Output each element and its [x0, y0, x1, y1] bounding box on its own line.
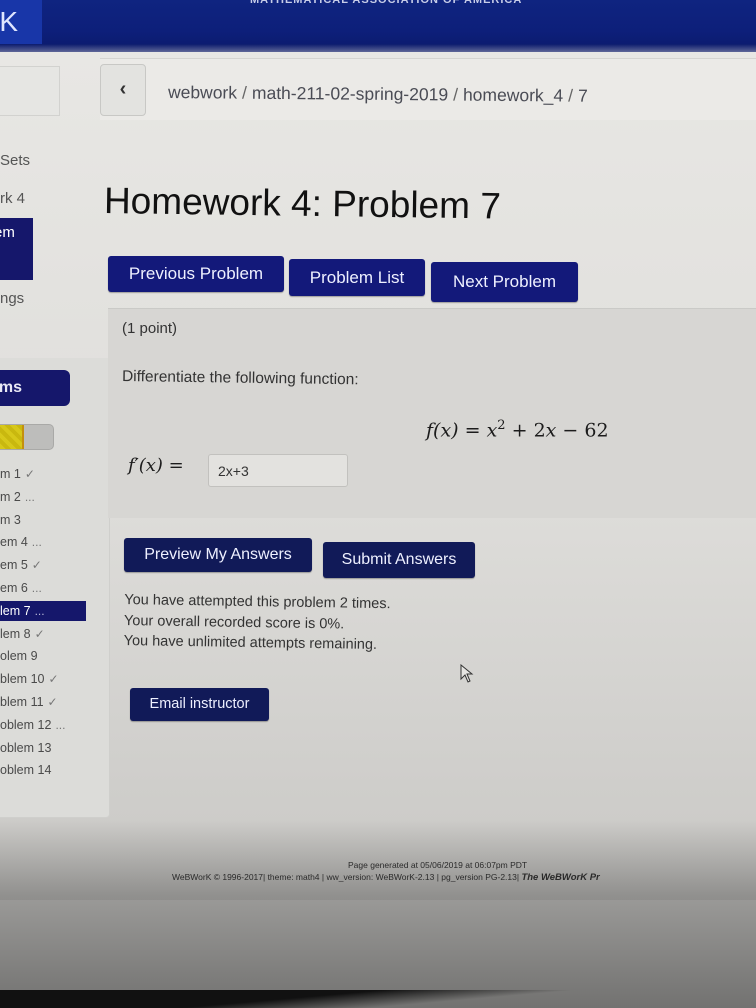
screen-bezel	[0, 990, 756, 1008]
problems-header: ems	[0, 370, 70, 406]
function-exponent: 2	[497, 418, 506, 433]
checkmark-icon: ✓	[47, 695, 58, 709]
answer-input[interactable]	[208, 454, 348, 487]
sidebar-item-homework-4[interactable]: rk 4	[0, 190, 25, 207]
checkmark-icon: ✓	[34, 626, 45, 641]
sidebar-problem-8[interactable]: lem 8 ✓	[0, 624, 95, 644]
sidebar-problem-4[interactable]: em 4...	[0, 532, 95, 552]
back-button[interactable]: ‹	[100, 64, 146, 116]
problem-prompt: Differentiate the following function:	[121, 368, 359, 389]
status-indicator: ...	[55, 717, 66, 732]
sidebar-problem-3[interactable]: m 3	[0, 510, 95, 530]
sidebar-problem-11[interactable]: blem 11 ✓	[0, 692, 95, 712]
sidebar-problem-13[interactable]: oblem 13	[0, 738, 95, 758]
problem-label: m 1	[0, 467, 21, 481]
problem-points: (1 point)	[122, 320, 178, 337]
sidebar-item-settings[interactable]: ngs	[0, 290, 24, 307]
sidebar-problem-1[interactable]: m 1 ✓	[0, 464, 95, 484]
email-instructor-button[interactable]: Email instructor	[130, 688, 269, 721]
sidebar-top-panel	[0, 66, 60, 116]
function-term-x2: x	[545, 419, 557, 442]
problem-label: lem 7	[0, 603, 31, 618]
derivative-label-text: f′(x) =	[128, 455, 184, 476]
breadcrumb-course[interactable]: math-211-02-spring-2019	[252, 83, 448, 105]
problem-label: m 2	[0, 489, 21, 504]
maa-banner-text: MATHEMATICAL ASSOCIATION OF AMERICA	[250, 0, 523, 6]
sidebar-problem-9[interactable]: olem 9	[0, 646, 95, 666]
function-term-x: x	[486, 419, 498, 442]
sidebar-problem-14[interactable]: oblem 14	[0, 760, 95, 780]
problem-label: em 6	[0, 581, 28, 595]
sidebar-item-sets[interactable]: Sets	[0, 152, 30, 169]
sidebar-problem-5[interactable]: em 5 ✓	[0, 555, 95, 575]
attempts-remaining: You have unlimited attempts remaining.	[123, 632, 378, 653]
function-equation: f(x) = x2 + 2x − 62	[426, 418, 609, 441]
checkmark-icon: ✓	[48, 672, 59, 687]
problem-label: blem 11	[0, 695, 44, 709]
version-line: WeBWorK © 1996-2017| theme: math4 | ww_v…	[172, 872, 520, 882]
chevron-left-icon: ‹	[119, 78, 127, 100]
problem-label: oblem 14	[0, 763, 52, 778]
breadcrumb-separator: /	[241, 82, 248, 103]
version-info: WeBWorK © 1996-2017| theme: math4 | ww_v…	[172, 872, 600, 883]
breadcrumb-separator: /	[453, 84, 459, 105]
problem-label: lem 8	[0, 626, 31, 641]
function-term-coef: + 2	[505, 419, 546, 442]
breadcrumb-webwork[interactable]: webwork	[168, 82, 237, 103]
checkmark-icon: ✓	[31, 558, 42, 573]
checkmark-icon: ✓	[24, 467, 35, 481]
problem-label: m 3	[0, 512, 21, 527]
sidebar-problem-10[interactable]: blem 10 ✓	[0, 669, 95, 689]
problem-list-button[interactable]: Problem List	[289, 259, 425, 296]
progress-bar-fill	[0, 425, 24, 449]
status-indicator: ...	[34, 603, 45, 618]
sidebar-problem-2[interactable]: m 2...	[0, 487, 95, 507]
webwork-logo[interactable]: rK	[0, 0, 42, 44]
function-lhs: f(x) =	[426, 419, 487, 442]
function-term-const: − 62	[556, 419, 609, 442]
sidebar-item-label: em	[0, 224, 15, 241]
footer-shade	[0, 820, 756, 1008]
status-indicator: ...	[31, 535, 42, 550]
sidebar-problem-7[interactable]: lem 7...	[0, 600, 86, 621]
breadcrumb-set[interactable]: homework_4	[463, 85, 563, 106]
progress-bar	[0, 424, 54, 450]
submit-answers-button[interactable]: Submit Answers	[323, 542, 475, 578]
sidebar-problem-6[interactable]: em 6...	[0, 578, 95, 598]
sidebar-item-problem[interactable]: em	[0, 218, 33, 280]
preview-answers-button[interactable]: Preview My Answers	[124, 538, 312, 572]
problem-label: oblem 13	[0, 740, 52, 755]
mouse-cursor-icon	[460, 664, 474, 683]
problem-label: em 4	[0, 535, 28, 550]
sidebar-problem-12[interactable]: oblem 12...	[0, 715, 95, 735]
breadcrumb: webwork / math-211-02-spring-2019/homework…	[168, 82, 588, 107]
page-generated-text: Page generated at 05/06/2019 at 06:07pm …	[348, 860, 528, 870]
problem-label: em 5	[0, 558, 28, 573]
webwork-project-link[interactable]: The WeBWorK Pr	[521, 872, 599, 883]
next-problem-button[interactable]: Next Problem	[431, 262, 578, 302]
breadcrumb-separator: /	[568, 85, 574, 106]
derivative-label: f′(x) =	[128, 455, 184, 476]
status-indicator: ...	[31, 581, 42, 595]
breadcrumb-problem: 7	[577, 85, 588, 106]
problem-body	[108, 308, 756, 518]
problem-label: olem 9	[0, 649, 38, 664]
previous-problem-button[interactable]: Previous Problem	[108, 256, 284, 292]
attempts-info: You have attempted this problem 2 times.…	[124, 590, 391, 656]
page-title: Homework 4: Problem 7	[103, 180, 502, 227]
problem-label: oblem 12	[0, 717, 52, 732]
problem-label: blem 10	[0, 672, 45, 687]
status-indicator: ...	[24, 489, 35, 504]
